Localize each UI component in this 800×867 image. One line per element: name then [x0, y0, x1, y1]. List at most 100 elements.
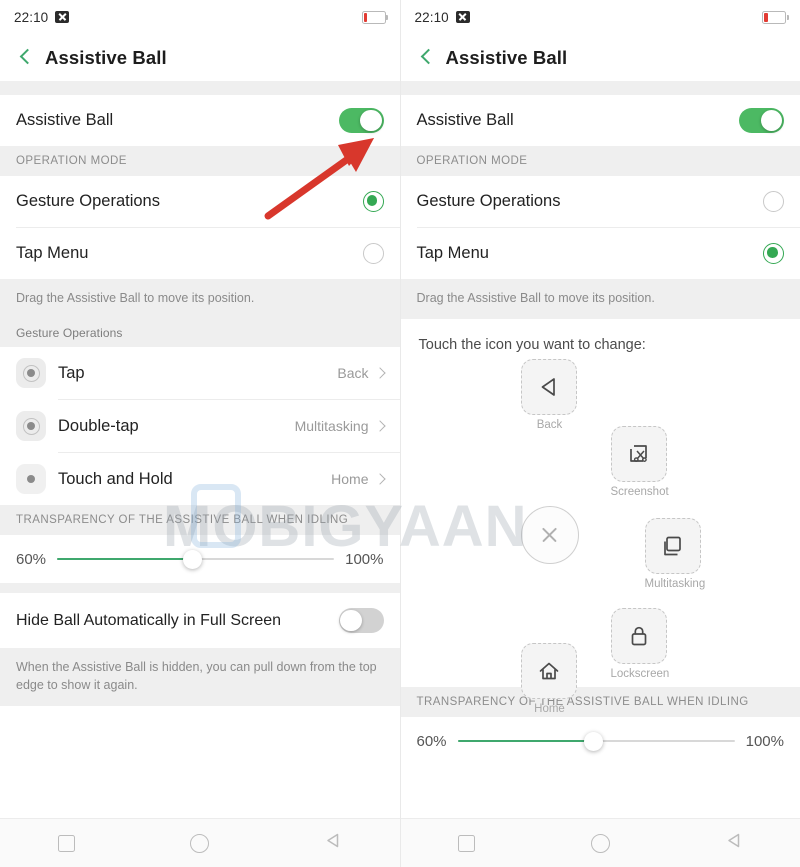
back-triangle-icon[interactable] — [726, 832, 743, 854]
chevron-right-icon — [373, 367, 386, 379]
assistive-ball-icon — [16, 358, 46, 389]
picker-caption-screenshot: Screenshot — [610, 486, 669, 499]
radio-tap-menu[interactable] — [763, 243, 784, 264]
gesture-label-touch-and-hold: Touch and Hold — [58, 469, 173, 488]
operation-mode-section-title: OPERATION MODE — [0, 146, 400, 176]
title-bar: Assistive Ball — [400, 34, 800, 81]
radio-gesture-operations[interactable] — [763, 191, 784, 212]
spacer — [400, 81, 800, 95]
operation-mode-hint: Drag the Assistive Ball to move its posi… — [400, 279, 800, 320]
recents-square-icon[interactable] — [57, 834, 75, 852]
picker-item-home[interactable]: Home — [520, 643, 579, 716]
transparency-section-title: TRANSPARENCY OF THE ASSISTIVE BALL WHEN … — [400, 687, 800, 718]
option-tap-menu-label: Tap Menu — [16, 244, 89, 262]
assistive-ball-toggle[interactable] — [338, 108, 384, 133]
assistive-ball-toggle-row[interactable]: Assistive Ball — [0, 95, 400, 146]
icon-picker: Touch the icon you want to change: Back — [400, 319, 800, 715]
hide-ball-toggle-row[interactable]: Hide Ball Automatically in Full Screen — [0, 593, 400, 649]
picker-item-multitasking[interactable]: Multitasking — [644, 518, 706, 591]
radio-tap-menu[interactable] — [362, 243, 384, 264]
transparency-min-label: 60% — [16, 550, 47, 568]
picker-item-lockscreen[interactable]: Lockscreen — [610, 608, 670, 681]
sim-missing-icon — [455, 11, 470, 23]
back-chevron-icon[interactable] — [415, 47, 437, 69]
status-bar-left: 22:10 — [415, 10, 470, 25]
operation-mode-hint: Drag the Assistive Ball to move its posi… — [0, 279, 400, 320]
gesture-row-touch-and-hold[interactable]: Touch and Hold Home — [0, 453, 400, 506]
transparency-slider-thumb[interactable] — [183, 549, 203, 569]
picker-caption-lockscreen: Lockscreen — [610, 668, 670, 681]
transparency-slider[interactable] — [457, 731, 735, 751]
transparency-slider[interactable] — [57, 549, 335, 569]
lock-icon — [610, 608, 667, 665]
battery-low-icon — [361, 10, 388, 24]
icon-picker-hint: Touch the icon you want to change: — [418, 337, 646, 354]
right-screen: 22:10 Assistive Ball Assistive Ball OPER… — [400, 0, 800, 867]
assistive-ball-toggle[interactable] — [739, 108, 784, 133]
picker-item-screenshot[interactable]: Screenshot — [610, 426, 669, 499]
assistive-ball-icon — [16, 411, 46, 442]
picker-caption-back: Back — [536, 419, 563, 432]
transparency-slider-fill — [57, 558, 193, 561]
picker-item-back[interactable]: Back — [520, 359, 579, 432]
assistive-ball-label: Assistive Ball — [16, 111, 114, 129]
radio-gesture-operations[interactable] — [362, 191, 384, 212]
operation-mode-section-title: OPERATION MODE — [400, 146, 800, 176]
assistive-ball-toggle-row[interactable]: Assistive Ball — [400, 95, 800, 146]
hide-ball-toggle[interactable] — [338, 608, 384, 634]
title-bar: Assistive Ball — [0, 34, 400, 81]
option-gesture-operations-label: Gesture Operations — [16, 192, 160, 210]
home-icon — [520, 643, 577, 700]
option-tap-menu[interactable]: Tap Menu — [0, 228, 400, 279]
page-title: Assistive Ball — [45, 46, 167, 68]
status-bar: 22:10 — [0, 0, 400, 34]
back-chevron-icon[interactable] — [14, 47, 36, 69]
sim-missing-icon — [55, 11, 70, 23]
transparency-slider-row[interactable]: 60% 100% — [400, 717, 800, 766]
status-bar: 22:10 — [400, 0, 800, 34]
transparency-slider-row[interactable]: 60% 100% — [0, 535, 400, 584]
spacer — [0, 583, 400, 594]
option-gesture-operations[interactable]: Gesture Operations — [0, 176, 400, 227]
multitasking-squares-icon — [644, 518, 701, 575]
gesture-row-tap[interactable]: Tap Back — [0, 347, 400, 400]
transparency-max-label: 100% — [345, 550, 384, 568]
chevron-right-icon — [373, 473, 386, 485]
gesture-value-double-tap: Multitasking — [294, 418, 369, 435]
gesture-row-double-tap[interactable]: Double-tap Multitasking — [0, 400, 400, 453]
battery-low-icon — [762, 10, 789, 24]
screenshot-scissors-icon — [610, 426, 667, 483]
page-title: Assistive Ball — [445, 46, 568, 68]
assistive-ball-label: Assistive Ball — [416, 111, 514, 129]
home-circle-icon[interactable] — [590, 833, 610, 853]
icon-picker-area: Back Screenshot Multitasking Lockscreen … — [401, 353, 800, 715]
close-x-icon[interactable] — [520, 506, 579, 565]
gesture-operations-section-title: Gesture Operations — [0, 319, 400, 348]
chevron-right-icon — [373, 420, 386, 432]
assistive-ball-icon — [16, 464, 46, 495]
transparency-slider-fill — [457, 740, 594, 743]
system-navigation-bar — [0, 818, 400, 867]
back-triangle-icon[interactable] — [325, 832, 342, 854]
home-circle-icon[interactable] — [190, 833, 210, 853]
transparency-section-title: TRANSPARENCY OF THE ASSISTIVE BALL WHEN … — [0, 505, 400, 536]
recents-square-icon[interactable] — [458, 834, 476, 852]
status-bar-time: 22:10 — [414, 9, 449, 25]
dual-screenshot-container: 22:10 Assistive Ball Assistive Ball OPER… — [0, 0, 800, 867]
transparency-max-label: 100% — [745, 732, 784, 750]
picker-caption-home: Home — [534, 703, 565, 716]
transparency-min-label: 60% — [416, 732, 447, 750]
option-tap-menu[interactable]: Tap Menu — [400, 228, 800, 279]
option-gesture-operations-label: Gesture Operations — [416, 192, 561, 210]
option-tap-menu-label: Tap Menu — [416, 244, 489, 262]
status-bar-time: 22:10 — [14, 9, 49, 25]
transparency-slider-thumb[interactable] — [583, 731, 603, 751]
gesture-label-double-tap: Double-tap — [58, 416, 139, 435]
status-bar-left: 22:10 — [14, 9, 70, 25]
hide-ball-note: When the Assistive Ball is hidden, you c… — [0, 648, 400, 707]
option-gesture-operations[interactable]: Gesture Operations — [400, 176, 800, 227]
picker-caption-multitasking: Multitasking — [644, 578, 706, 591]
gesture-label-tap: Tap — [58, 363, 85, 382]
gesture-value-touch-and-hold: Home — [331, 471, 369, 488]
system-navigation-bar — [400, 818, 800, 867]
